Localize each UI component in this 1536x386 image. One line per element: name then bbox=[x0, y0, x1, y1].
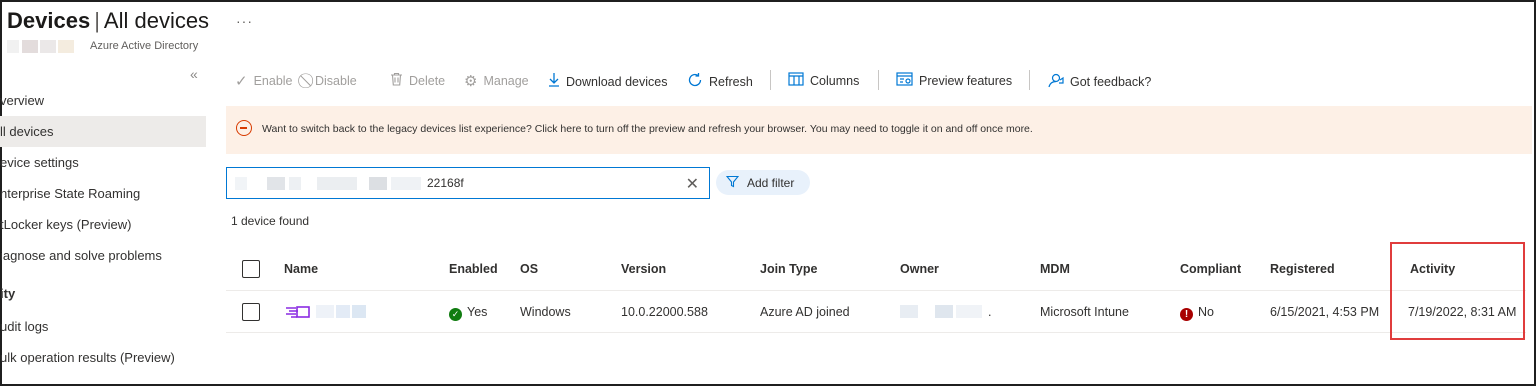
device-icon bbox=[286, 306, 310, 318]
error-icon: ! bbox=[1180, 308, 1193, 321]
cell-enabled: ✓ Yes bbox=[449, 305, 487, 321]
toolbar-divider bbox=[1029, 70, 1030, 90]
redacted-tenant bbox=[7, 40, 19, 53]
column-header-enabled[interactable]: Enabled bbox=[449, 262, 498, 276]
collapse-sidebar-button[interactable]: « bbox=[190, 66, 198, 82]
redacted-tenant bbox=[22, 40, 38, 53]
header-divider bbox=[226, 290, 1526, 291]
sidebar-item-bitlocker-keys[interactable]: tLocker keys (Preview) bbox=[0, 209, 206, 240]
redacted-query bbox=[317, 177, 357, 190]
toolbar-divider bbox=[878, 70, 879, 90]
feedback-icon bbox=[1047, 72, 1064, 92]
redacted-owner bbox=[935, 305, 953, 318]
minus-circle-icon bbox=[236, 120, 252, 136]
redacted-query bbox=[369, 177, 387, 190]
cell-join-type: Azure AD joined bbox=[760, 305, 850, 319]
preview-icon bbox=[896, 72, 913, 90]
refresh-icon bbox=[687, 72, 703, 92]
enable-label: Enable bbox=[253, 74, 293, 88]
sidebar-section-activity: ity bbox=[0, 286, 16, 301]
sidebar-item-device-settings[interactable]: evice settings bbox=[0, 147, 206, 178]
column-header-registered[interactable]: Registered bbox=[1270, 262, 1335, 276]
cell-mdm: Microsoft Intune bbox=[1040, 305, 1129, 319]
disable-button[interactable]: ⃠ Disable bbox=[309, 72, 357, 89]
search-value: 22168f bbox=[427, 176, 464, 190]
redacted-owner bbox=[956, 305, 982, 318]
activity-column-highlight bbox=[1390, 242, 1525, 340]
page-title: Devices | All devices bbox=[7, 8, 209, 34]
redacted-device-name bbox=[316, 305, 334, 318]
cell-registered: 6/15/2021, 4:53 PM bbox=[1270, 305, 1380, 319]
column-header-os[interactable]: OS bbox=[520, 262, 538, 276]
sidebar-item-audit-logs[interactable]: udit logs bbox=[0, 311, 206, 342]
manage-label: Manage bbox=[483, 74, 529, 88]
download-devices-button[interactable]: Download devices bbox=[548, 72, 667, 91]
enabled-value: Yes bbox=[467, 305, 488, 319]
filter-icon bbox=[725, 175, 740, 191]
refresh-label: Refresh bbox=[709, 75, 753, 89]
redacted-tenant bbox=[40, 40, 56, 53]
sidebar-item-all-devices[interactable]: ll devices bbox=[0, 116, 206, 147]
enable-button[interactable]: ✓ Enable bbox=[235, 72, 293, 90]
manage-button[interactable]: ⚙ Manage bbox=[464, 72, 529, 90]
success-check-icon: ✓ bbox=[449, 308, 462, 321]
columns-icon bbox=[788, 72, 804, 90]
sidebar-item-diagnose[interactable]: iagnose and solve problems bbox=[0, 240, 206, 271]
download-icon bbox=[548, 72, 560, 91]
checkmark-icon: ✓ bbox=[235, 73, 248, 90]
column-header-mdm[interactable]: MDM bbox=[1040, 262, 1070, 276]
cell-os: Windows bbox=[520, 305, 571, 319]
delete-button[interactable]: Delete bbox=[390, 72, 445, 90]
toolbar-divider bbox=[770, 70, 771, 90]
page-title-bold: Devices bbox=[7, 8, 91, 33]
redacted-query bbox=[267, 177, 285, 190]
sidebar-item-bulk-operation-results[interactable]: ulk operation results (Preview) bbox=[0, 342, 206, 373]
banner-text[interactable]: Want to switch back to the legacy device… bbox=[262, 123, 1033, 135]
sidebar-item-enterprise-state-roaming[interactable]: nterprise State Roaming bbox=[0, 178, 206, 209]
add-filter-button[interactable]: Add filter bbox=[716, 170, 810, 195]
title-separator: | bbox=[94, 8, 100, 33]
redacted-query bbox=[289, 177, 301, 190]
row-divider bbox=[226, 332, 1526, 333]
redacted-device-name bbox=[352, 305, 366, 318]
columns-label: Columns bbox=[810, 74, 860, 88]
column-header-compliant[interactable]: Compliant bbox=[1180, 262, 1241, 276]
redacted-tenant bbox=[58, 40, 74, 53]
refresh-button[interactable]: Refresh bbox=[687, 72, 753, 92]
page-subtitle: Azure Active Directory bbox=[90, 40, 199, 52]
select-all-checkbox[interactable] bbox=[242, 260, 260, 278]
search-input[interactable]: 22168f ✕ bbox=[226, 167, 710, 199]
preview-features-button[interactable]: Preview features bbox=[896, 72, 1012, 90]
owner-suffix: . bbox=[988, 305, 992, 319]
got-feedback-label: Got feedback? bbox=[1070, 75, 1152, 89]
redacted-device-name bbox=[336, 305, 350, 318]
redacted-query bbox=[235, 177, 247, 190]
columns-button[interactable]: Columns bbox=[788, 72, 859, 90]
trash-icon bbox=[390, 72, 403, 90]
more-options-button[interactable]: ··· bbox=[236, 13, 253, 29]
row-checkbox[interactable] bbox=[242, 303, 260, 321]
clear-search-icon[interactable]: ✕ bbox=[686, 174, 699, 194]
page-title-rest: All devices bbox=[103, 8, 210, 33]
column-header-name[interactable]: Name bbox=[284, 262, 318, 276]
legacy-experience-banner[interactable]: Want to switch back to the legacy device… bbox=[226, 106, 1532, 154]
column-header-join-type[interactable]: Join Type bbox=[760, 262, 817, 276]
sidebar-item-overview[interactable]: verview bbox=[0, 85, 206, 116]
preview-features-label: Preview features bbox=[919, 74, 1013, 88]
gear-icon: ⚙ bbox=[464, 73, 478, 90]
cell-version: 10.0.22000.588 bbox=[621, 305, 708, 319]
delete-label: Delete bbox=[409, 74, 446, 88]
cell-compliant: ! No bbox=[1180, 305, 1214, 321]
result-count: 1 device found bbox=[231, 214, 310, 228]
redacted-query bbox=[391, 177, 421, 190]
column-header-version[interactable]: Version bbox=[621, 262, 666, 276]
disable-label: Disable bbox=[315, 73, 357, 88]
got-feedback-button[interactable]: Got feedback? bbox=[1047, 72, 1151, 92]
download-devices-label: Download devices bbox=[566, 74, 668, 89]
redacted-owner bbox=[900, 305, 918, 318]
column-header-owner[interactable]: Owner bbox=[900, 262, 939, 276]
compliant-value: No bbox=[1198, 305, 1214, 319]
add-filter-label: Add filter bbox=[747, 175, 795, 190]
